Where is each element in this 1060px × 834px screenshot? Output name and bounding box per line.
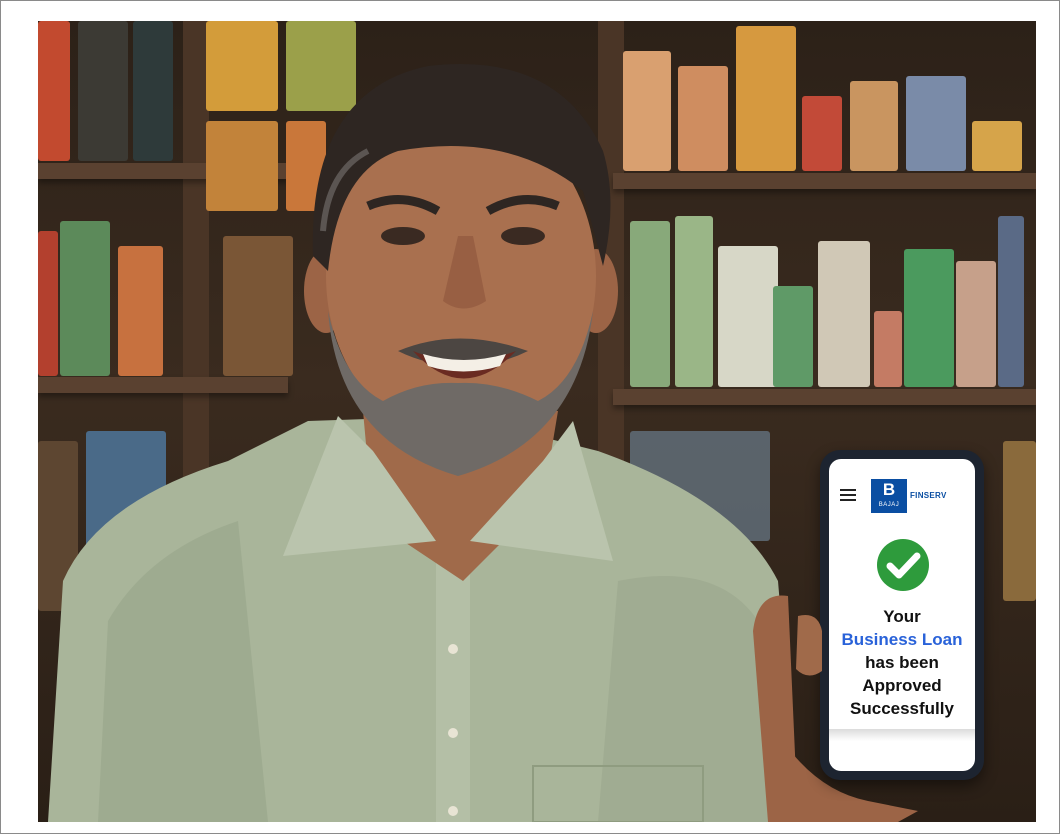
- logo-small-text: BAJAJ: [878, 502, 900, 508]
- thumb: [796, 615, 822, 676]
- image-frame: B BAJAJ FINSERV Your Business Loan has b…: [0, 0, 1060, 834]
- photo: B BAJAJ FINSERV Your Business Loan has b…: [38, 21, 1036, 822]
- message-line-5: Successfully: [850, 699, 954, 718]
- screen-bottom-shade: [829, 729, 975, 741]
- logo-letter: B: [882, 480, 896, 499]
- menu-icon: [840, 489, 856, 501]
- message-line-4: Approved: [862, 676, 942, 695]
- phone-screen: B BAJAJ FINSERV Your Business Loan has b…: [829, 459, 975, 771]
- check-circle-icon: [877, 539, 929, 591]
- message-highlight: Business Loan: [841, 630, 963, 649]
- bajaj-logo: B BAJAJ: [871, 479, 907, 513]
- message-line-1: Your: [883, 607, 921, 626]
- message-line-3: has been: [865, 653, 939, 672]
- logo-wordmark: FINSERV: [910, 491, 947, 500]
- smartphone: B BAJAJ FINSERV Your Business Loan has b…: [820, 450, 984, 780]
- approval-message: Your Business Loan has been Approved Suc…: [829, 605, 975, 720]
